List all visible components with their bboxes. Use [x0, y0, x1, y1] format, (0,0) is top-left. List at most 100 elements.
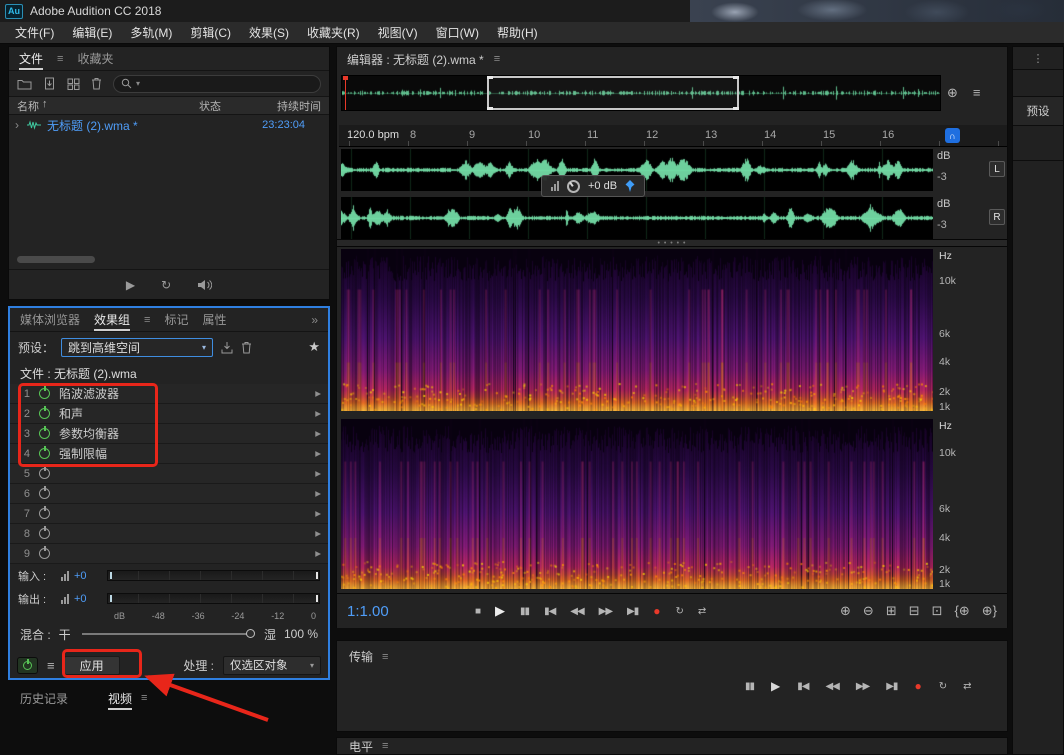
input-gain-value[interactable]: +0 [74, 570, 96, 582]
gain-knob[interactable] [567, 180, 580, 193]
tab-media-browser[interactable]: 媒体浏览器 [20, 308, 80, 331]
slot-arrow-icon[interactable]: ▶ [315, 429, 321, 438]
column-duration[interactable]: 持续时间 [251, 98, 321, 114]
trash-icon[interactable] [91, 77, 102, 90]
tab-files[interactable]: 文件 [19, 47, 43, 70]
power-icon[interactable] [39, 448, 50, 459]
mix-slider-knob[interactable] [246, 629, 255, 638]
media-browser-icon[interactable] [67, 78, 80, 90]
effect-slot[interactable]: 3 参数均衡器 ▶ [10, 424, 328, 444]
effect-slot[interactable]: 9 ▶ [10, 544, 328, 564]
menu-clip[interactable]: 剪辑(C) [181, 22, 240, 43]
menu-help[interactable]: 帮助(H) [488, 22, 547, 43]
auto-play-speaker-icon[interactable] [197, 279, 212, 291]
fast-forward-button[interactable]: ▶▶ [599, 606, 612, 617]
fast-forward-button[interactable]: ▶▶ [856, 681, 869, 692]
overview-zoom-icon[interactable]: ⊕ [947, 85, 958, 101]
effect-slot[interactable]: 6 ▶ [10, 484, 328, 504]
horizontal-scrollbar[interactable] [17, 256, 95, 263]
effect-slot[interactable]: 2 和声 ▶ [10, 404, 328, 424]
loop-button[interactable]: ↻ [939, 681, 946, 692]
timeline-ruler[interactable]: 120.0 bpm 8 9 10 11 12 13 14 15 16 ∩ [339, 125, 1007, 147]
power-icon[interactable] [39, 528, 50, 539]
tab-overflow-icon[interactable]: » [311, 313, 318, 327]
panel-splitter[interactable]: • • • • • [337, 239, 1007, 247]
power-icon[interactable] [39, 428, 50, 439]
apply-button[interactable]: 应用 [64, 656, 120, 675]
column-status[interactable]: 状态 [199, 98, 251, 114]
slot-arrow-icon[interactable]: ▶ [315, 489, 321, 498]
loop-button[interactable]: ↻ [676, 606, 683, 617]
transport-panel-menu-icon[interactable]: ≡ [382, 651, 388, 663]
slot-arrow-icon[interactable]: ▶ [315, 449, 321, 458]
skip-to-start-button[interactable]: ▮◀ [797, 681, 808, 692]
zoom-in-icon[interactable]: ⊕ [840, 603, 851, 619]
right-channel-button[interactable]: R [989, 209, 1005, 225]
waveform-right-channel[interactable] [341, 197, 933, 239]
preset-dropdown[interactable]: 跳到高维空间 ▾ [61, 338, 213, 357]
search-box[interactable]: ▾ [113, 75, 321, 93]
snap-toggle-icon[interactable]: ∩ [945, 128, 960, 143]
stop-button[interactable]: ■ [475, 606, 480, 617]
loop-playback-icon[interactable]: ↻ [161, 278, 171, 292]
slot-arrow-icon[interactable]: ▶ [315, 509, 321, 518]
rewind-button[interactable]: ◀◀ [825, 681, 838, 692]
slot-arrow-icon[interactable]: ▶ [315, 409, 321, 418]
column-name[interactable]: 名称↑ [17, 98, 199, 114]
power-icon[interactable] [39, 488, 50, 499]
tab-favorites[interactable]: 收藏夹 [77, 47, 113, 70]
levels-panel-menu-icon[interactable]: ≡ [382, 740, 388, 752]
splitter-handle[interactable]: • • • • • [657, 240, 686, 247]
slot-arrow-icon[interactable]: ▶ [315, 549, 321, 558]
time-display[interactable]: 1:1.00 [347, 603, 475, 620]
delete-preset-icon[interactable] [241, 341, 252, 354]
open-folder-icon[interactable] [17, 78, 32, 90]
zoom-in-right-edge-icon[interactable]: ⊕} [982, 603, 997, 619]
power-icon[interactable] [39, 468, 50, 479]
expand-chevron-icon[interactable]: › [15, 118, 26, 132]
slot-arrow-icon[interactable]: ▶ [315, 389, 321, 398]
power-icon[interactable] [39, 408, 50, 419]
save-preset-icon[interactable] [220, 341, 234, 354]
zoom-to-selection-icon[interactable]: ⊡ [932, 603, 943, 619]
gain-overlay[interactable]: +0 dB [541, 175, 645, 197]
zoom-out-horizontal-icon[interactable]: ⊟ [909, 603, 920, 619]
menu-favorites[interactable]: 收藏夹(R) [298, 22, 369, 43]
tab-video[interactable]: 视频≡ [108, 686, 147, 710]
zoom-in-horizontal-icon[interactable]: ⊞ [886, 603, 897, 619]
files-panel-menu-icon[interactable]: ≡ [57, 53, 63, 65]
menu-view[interactable]: 视图(V) [369, 22, 427, 43]
tab-history[interactable]: 历史记录 [20, 686, 68, 710]
pause-button[interactable]: ▮▮ [520, 606, 529, 617]
effect-slot[interactable]: 8 ▶ [10, 524, 328, 544]
playhead[interactable] [345, 76, 346, 110]
effect-slot[interactable]: 7 ▶ [10, 504, 328, 524]
menu-file[interactable]: 文件(F) [6, 22, 63, 43]
tab-effects-rack[interactable]: 效果组 [94, 308, 130, 331]
swap-button[interactable]: ⇄ [963, 681, 970, 692]
dock-menu-icon[interactable]: ⋮ [1013, 47, 1063, 69]
overview-menu-icon[interactable]: ≡ [973, 85, 981, 101]
swap-button[interactable]: ⇄ [698, 606, 705, 617]
menu-window[interactable]: 窗口(W) [427, 22, 488, 43]
preview-play-icon[interactable]: ▶ [126, 278, 135, 292]
menu-edit[interactable]: 编辑(E) [63, 22, 121, 43]
spectrogram-right-channel[interactable] [341, 419, 933, 589]
skip-to-start-button[interactable]: ▮◀ [544, 606, 555, 617]
record-button[interactable]: ● [914, 679, 921, 693]
slot-arrow-icon[interactable]: ▶ [315, 469, 321, 478]
play-button[interactable]: ▶ [495, 603, 505, 619]
skip-to-end-button[interactable]: ▶▮ [886, 681, 897, 692]
play-button[interactable]: ▶ [771, 679, 780, 693]
pause-button[interactable]: ▮▮ [745, 681, 754, 692]
mix-slider[interactable] [82, 633, 253, 635]
editor-panel-menu-icon[interactable]: ≡ [494, 53, 500, 65]
dock-preset-panel-tab[interactable]: 预设 [1013, 97, 1063, 125]
search-input[interactable] [144, 78, 313, 90]
left-channel-button[interactable]: L [989, 161, 1005, 177]
import-file-icon[interactable] [43, 77, 56, 90]
zoom-out-icon[interactable]: ⊖ [863, 603, 874, 619]
record-button[interactable]: ● [653, 604, 660, 618]
tab-properties[interactable]: 属性 [202, 308, 226, 331]
effects-panel-menu-icon[interactable]: ≡ [144, 314, 150, 326]
